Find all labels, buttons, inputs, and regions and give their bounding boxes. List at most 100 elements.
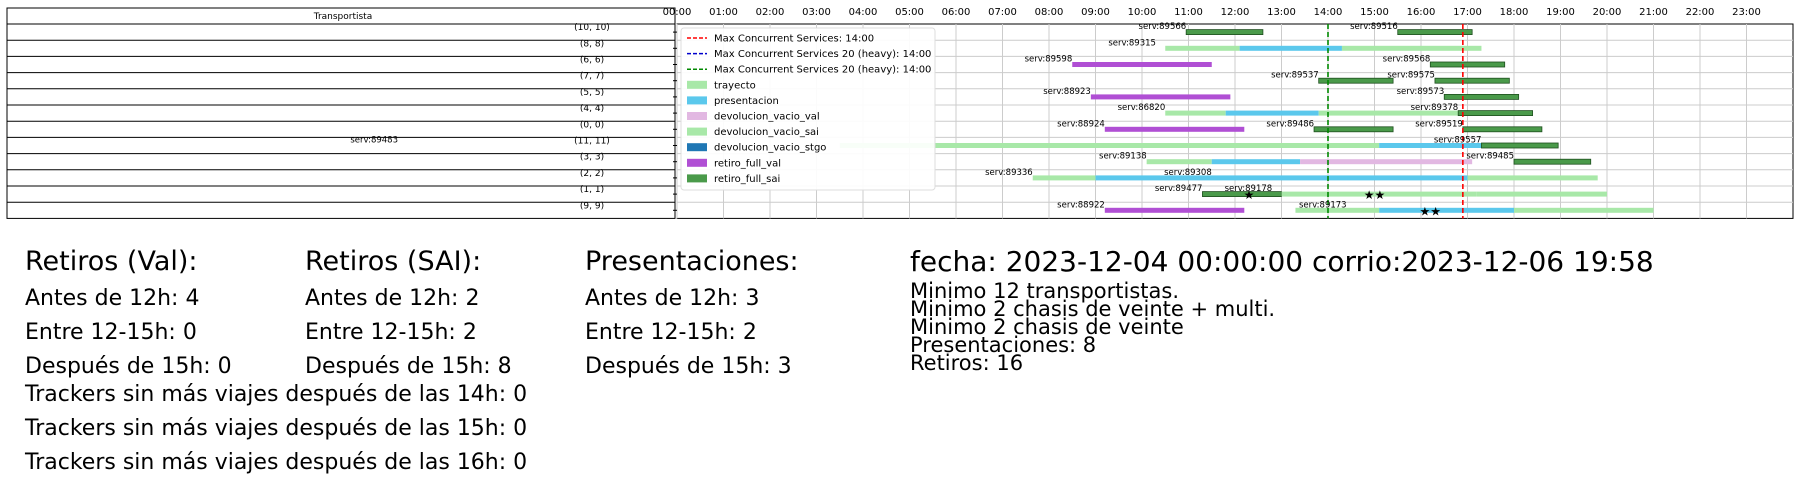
retiros-val-antes: Antes de 12h: 4 <box>25 286 200 311</box>
row-label: (6, 6) <box>580 56 604 66</box>
segment-retiro_full_sai <box>1443 94 1520 100</box>
segment-trayecto <box>1165 45 1240 51</box>
trackers-16h: Trackers sin más viajes después de las 1… <box>25 450 528 475</box>
legend-patch-swatch <box>687 127 707 136</box>
legend-label: retiro_full_sai <box>714 174 780 185</box>
x-tick-label: 10:00 <box>1128 7 1157 18</box>
star-marker: ★★ <box>1364 188 1386 202</box>
service-label: serv:89566 <box>1139 22 1187 32</box>
retiros-sai-antes: Antes de 12h: 2 <box>305 286 480 311</box>
x-tick-label: 15:00 <box>1360 7 1389 18</box>
segment-trayecto <box>1467 175 1598 181</box>
service-label: serv:89315 <box>1108 38 1156 48</box>
segment-trayecto <box>1476 191 1607 197</box>
service-label: serv:88924 <box>1057 119 1105 129</box>
segment-presentacion <box>1239 45 1342 51</box>
run-info-header: fecha: 2023-12-04 00:00:00 corrio:2023-1… <box>910 245 1654 278</box>
segment-trayecto <box>1032 175 1096 181</box>
x-tick-label: 13:00 <box>1267 7 1296 18</box>
legend-label: devolucion_vacio_stgo <box>714 143 826 154</box>
x-tick-label: 01:00 <box>709 7 738 18</box>
x-tick-label: 08:00 <box>1035 7 1064 18</box>
x-tick-label: 07:00 <box>988 7 1017 18</box>
service-label: serv:89519 <box>1415 119 1463 129</box>
segment-trayecto <box>1514 207 1654 213</box>
retiros-sai-title: Retiros (SAI): <box>305 246 482 277</box>
legend-patch-swatch <box>687 96 707 105</box>
trackers-14h: Trackers sin más viajes después de las 1… <box>25 382 528 407</box>
service-label: serv:88923 <box>1043 87 1091 97</box>
x-tick-label: 00:00 <box>663 7 692 18</box>
segment-retiro_full_sai <box>1185 29 1264 36</box>
segment-presentacion <box>1225 110 1319 116</box>
service-label: serv:89573 <box>1397 87 1445 97</box>
x-tick-label: 06:00 <box>942 7 971 18</box>
segment-retiro_full_sai <box>1429 61 1506 68</box>
segment-trayecto <box>1165 110 1226 116</box>
service-label: serv:89568 <box>1383 55 1431 65</box>
legend-label: presentacion <box>714 96 779 107</box>
legend-patch-swatch <box>687 80 707 89</box>
segment-devolucion_vacio_val <box>1300 159 1473 165</box>
star-marker: ★★ <box>1420 204 1442 218</box>
segment-presentacion <box>1211 159 1301 165</box>
service-label: serv:89598 <box>1025 55 1073 65</box>
service-label: serv:89486 <box>1266 119 1314 129</box>
presentaciones-despues: Después de 15h: 3 <box>585 354 792 379</box>
service-label: serv:88922 <box>1057 200 1105 210</box>
x-tick-label: 02:00 <box>756 7 785 18</box>
legend-label: retiro_full_val <box>714 158 781 169</box>
x-tick-label: 05:00 <box>895 7 924 18</box>
trackers-summary: Trackers sin más viajes después de las 1… <box>25 378 527 480</box>
trackers-15h: Trackers sin más viajes después de las 1… <box>25 416 528 441</box>
presentaciones-entre: Entre 12-15h: 2 <box>585 320 757 345</box>
row-label: (10, 10) <box>574 23 610 33</box>
segment-trayecto <box>1341 45 1482 51</box>
star-marker: ★ <box>1244 188 1255 202</box>
segment-retiro_full_sai <box>1313 126 1394 133</box>
x-tick-label: 19:00 <box>1546 7 1575 18</box>
legend-label: Max Concurrent Services: 14:00 <box>714 34 874 45</box>
segment-retiro_full_sai <box>1457 110 1533 116</box>
row-label: (9, 9) <box>580 201 604 211</box>
row-label: (11, 11) <box>574 137 610 147</box>
service-label: serv:89575 <box>1387 71 1435 81</box>
retiros-val-summary: Retiros (Val): Antes de 12h: 4 Entre 12-… <box>25 242 232 384</box>
service-label: serv:86820 <box>1118 103 1166 113</box>
x-tick-label: 20:00 <box>1593 7 1622 18</box>
service-label: serv:89336 <box>985 168 1033 178</box>
x-tick-label: 11:00 <box>1174 7 1203 18</box>
x-tick-label: 14:00 <box>1314 7 1343 18</box>
legend-patch-swatch <box>687 158 707 167</box>
legend-label: devolucion_vacio_sai <box>714 127 819 138</box>
retiros-sai-summary: Retiros (SAI): Antes de 12h: 2 Entre 12-… <box>305 242 512 384</box>
presentaciones-title: Presentaciones: <box>585 246 799 277</box>
transportista-table: Transportista (10, 10) (8, 8) (6, 6) (7, 7) (… <box>6 7 676 219</box>
segment-presentacion <box>1379 207 1514 213</box>
x-tick-label: 22:00 <box>1686 7 1715 18</box>
segment-retiro_full_sai <box>1462 126 1543 133</box>
service-label: serv:89308 <box>1164 168 1212 178</box>
legend-label: Max Concurrent Services 20 (heavy): 14:0… <box>714 65 931 76</box>
service-label: serv:89378 <box>1411 103 1459 113</box>
x-tick-label: 09:00 <box>1081 7 1110 18</box>
segment-retiro_full_sai <box>1434 77 1510 84</box>
row-label: (5, 5) <box>580 88 604 98</box>
legend-patch-swatch <box>687 174 707 183</box>
presentaciones-antes: Antes de 12h: 3 <box>585 286 760 311</box>
segment-retiro_full_sai <box>1481 142 1559 149</box>
segment-retiro_full_sai <box>1397 29 1473 36</box>
service-label: serv:89477 <box>1155 184 1203 194</box>
x-tick-label: 03:00 <box>802 7 831 18</box>
row-label: (3, 3) <box>580 153 604 163</box>
service-label: serv:89516 <box>1350 22 1398 32</box>
x-tick-label: 16:00 <box>1407 7 1436 18</box>
legend-label: trayecto <box>714 80 756 91</box>
x-tick-label: 17:00 <box>1453 7 1482 18</box>
row-label: (4, 4) <box>580 104 604 114</box>
legend-patch-swatch <box>687 143 707 152</box>
legend-label: Max Concurrent Services 20 (heavy): 14:0… <box>714 49 931 60</box>
run-info: fecha: 2023-12-04 00:00:00 corrio:2023-1… <box>910 242 1654 374</box>
segment-retiro_full_sai <box>1318 77 1394 84</box>
legend-patch-swatch <box>687 112 707 120</box>
